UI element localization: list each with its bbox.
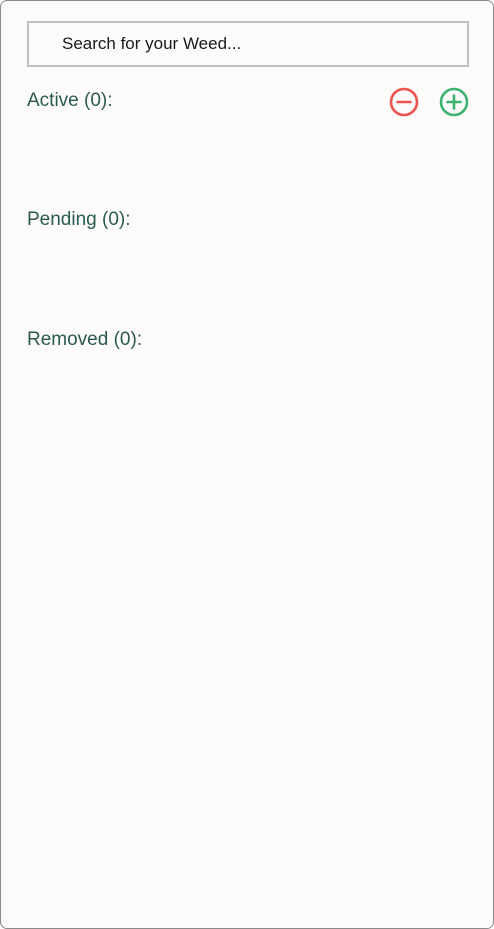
search-input[interactable] [29,23,467,65]
active-section-label: Active (0): [27,90,113,111]
minus-circle-icon [389,87,419,117]
weed-panel: Active (0): Pending (0): Removed (0): [0,0,494,929]
search-box[interactable] [27,21,469,67]
plus-circle-icon [439,87,469,117]
pending-section-label: Pending (0): [27,209,131,230]
removed-section-label: Removed (0): [27,329,143,350]
add-button[interactable] [439,87,469,117]
remove-button[interactable] [389,87,419,117]
